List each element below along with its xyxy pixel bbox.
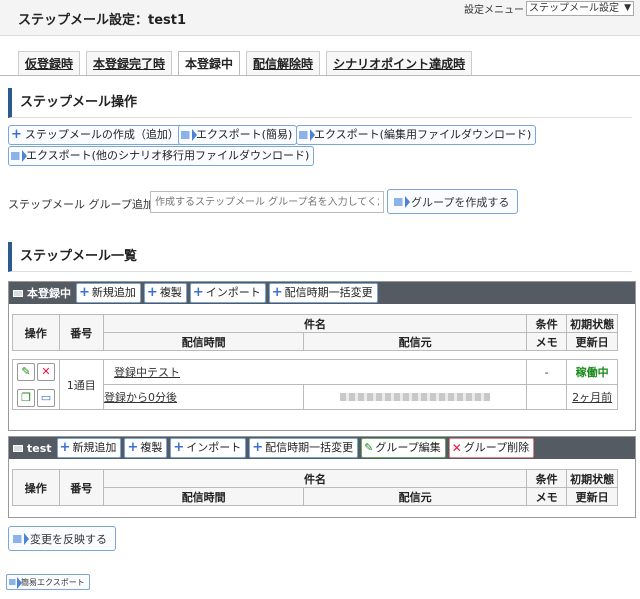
ops-section-title: ステップメール操作: [8, 88, 632, 118]
col-send-time: 配信時間: [103, 332, 305, 351]
add-new-button[interactable]: + 新規追加: [56, 438, 122, 458]
col-subject: 件名: [103, 469, 527, 488]
arrow-right-icon: [299, 129, 315, 141]
row-memo: [525, 384, 568, 410]
group-name-input[interactable]: [150, 191, 384, 213]
title-bar: ステップメール設定：test1 設定メニュー ステップメール設定 ▼: [0, 0, 640, 36]
group-name: 本登録中: [13, 285, 71, 301]
settings-menu-label: 設定メニュー: [464, 4, 524, 16]
row-actions: ✎ ✕ ❐ ▭: [12, 359, 60, 410]
apply-changes-button[interactable]: 変更を反映する: [8, 526, 116, 551]
import-button[interactable]: + インポート: [189, 283, 266, 303]
chevron-down-icon: ▼: [624, 2, 631, 13]
col-number: 番号: [58, 469, 105, 506]
row-number: 1通目: [58, 359, 105, 410]
plus-icon: +: [252, 440, 264, 455]
create-group-button[interactable]: グループを作成する: [387, 189, 519, 214]
plus-icon: +: [173, 440, 185, 455]
export-edit-button[interactable]: エクスポート(編集用ファイルダウンロード): [296, 125, 537, 145]
group1-header-table: 操作 番号 件名 条件 初期状態 配信時間 配信元 メモ 更新日: [12, 314, 618, 351]
delete-icon[interactable]: ✕: [37, 363, 55, 381]
group-header: test + 新規追加 + 複製 + インポート + 配信時期一括変更 ✎ グループ編集 …: [9, 437, 635, 459]
copy-button[interactable]: + 複製: [143, 283, 187, 303]
export-simple-button[interactable]: エクスポート(簡易): [178, 125, 298, 145]
settings-menu-select[interactable]: ステップメール設定 ▼: [526, 0, 634, 16]
group-add-label: ステップメール グループ追加: [8, 198, 154, 211]
tab-scenario-point[interactable]: シナリオポイント達成時: [326, 51, 473, 75]
col-number: 番号: [58, 314, 105, 351]
tab-registration-complete[interactable]: 本登録完了時: [86, 51, 173, 75]
plus-icon: +: [127, 440, 139, 455]
col-init-state: 初期状態: [566, 469, 618, 488]
envelope-icon: [13, 444, 23, 452]
plus-icon: +: [11, 127, 22, 142]
col-send-time: 配信時間: [103, 487, 305, 506]
tab-provisional[interactable]: 仮登録時: [18, 51, 81, 75]
col-init-state: 初期状態: [566, 314, 618, 333]
row-sender: [303, 384, 527, 410]
arrow-right-icon: [11, 150, 27, 162]
bulk-schedule-button[interactable]: + 配信時期一括変更: [249, 438, 359, 458]
group-name: test: [13, 442, 52, 455]
row-subject-cell: 登録中テスト: [103, 359, 527, 385]
group-header: 本登録中 + 新規追加 + 複製 + インポート + 配信時期一括変更: [9, 282, 635, 304]
page-title: ステップメール設定：test1: [18, 13, 187, 28]
close-icon: ✕: [451, 441, 462, 455]
col-memo: メモ: [525, 487, 568, 506]
col-sender: 配信元: [303, 487, 527, 506]
group2-header-table: 操作 番号 件名 条件 初期状態 配信時間 配信元 メモ 更新日: [12, 469, 618, 506]
create-stepmail-button[interactable]: + ステップメールの作成（追加）: [8, 125, 184, 145]
row-send-time-cell: 登録から0分後: [103, 384, 305, 410]
plus-icon: +: [59, 440, 71, 455]
settings-menu-selected: ステップメール設定: [529, 2, 619, 14]
tab-registered[interactable]: 本登録中: [178, 51, 241, 76]
row-state: 稼働中: [566, 359, 618, 385]
preview-icon[interactable]: ▭: [37, 389, 55, 407]
arrow-right-icon: [181, 129, 197, 141]
settings-menu: 設定メニュー ステップメール設定 ▼: [464, 0, 634, 16]
col-sender: 配信元: [303, 332, 527, 351]
col-condition: 条件: [525, 314, 568, 333]
plus-icon: +: [271, 285, 283, 300]
col-condition: 条件: [525, 469, 568, 488]
arrow-right-icon: [9, 577, 22, 589]
bulk-schedule-button[interactable]: + 配信時期一括変更: [268, 283, 378, 303]
copy-icon[interactable]: ❐: [17, 389, 35, 407]
pencil-icon: ✎: [364, 441, 374, 454]
arrow-right-icon: [13, 532, 29, 545]
envelope-icon: [13, 289, 23, 297]
edit-icon[interactable]: ✎: [17, 363, 35, 381]
redacted-sender: [340, 392, 491, 401]
plus-icon: +: [192, 285, 204, 300]
plus-icon: +: [79, 285, 90, 300]
row-send-time-link[interactable]: 登録から0分後: [104, 391, 177, 404]
arrow-right-icon: [394, 195, 410, 208]
plus-icon: +: [146, 285, 158, 300]
list-section-title: ステップメール一覧: [8, 242, 632, 272]
simple-export-button[interactable]: 簡易エクスポート: [6, 574, 90, 590]
edit-group-button[interactable]: ✎ グループ編集: [361, 438, 446, 458]
row-updated-link[interactable]: 2ヶ月前: [572, 391, 612, 404]
col-subject: 件名: [103, 314, 527, 333]
table-row: ✎ ✕ ❐ ▭ 1通目 登録中テスト - 稼働中 登録から0分後 2ヶ月前: [12, 359, 618, 410]
add-new-button[interactable]: + 新規追加: [76, 283, 141, 303]
col-ops: 操作: [12, 314, 60, 351]
tab-unsubscribe[interactable]: 配信解除時: [246, 51, 321, 75]
row-updated-cell: 2ヶ月前: [566, 384, 618, 410]
col-ops: 操作: [12, 469, 60, 506]
row-subject-link[interactable]: 登録中テスト: [114, 366, 180, 379]
export-migrate-button[interactable]: エクスポート(他のシナリオ移行用ファイルダウンロード): [8, 146, 315, 166]
tab-bar: 仮登録時 本登録完了時 本登録中 配信解除時 シナリオポイント達成時: [18, 51, 473, 76]
import-button[interactable]: + インポート: [170, 438, 247, 458]
col-updated: 更新日: [566, 487, 618, 506]
copy-button[interactable]: + 複製: [124, 438, 168, 458]
row-condition: -: [525, 359, 568, 385]
delete-group-button[interactable]: ✕ グループ削除: [448, 438, 535, 458]
col-memo: メモ: [525, 332, 568, 351]
col-updated: 更新日: [566, 332, 618, 351]
